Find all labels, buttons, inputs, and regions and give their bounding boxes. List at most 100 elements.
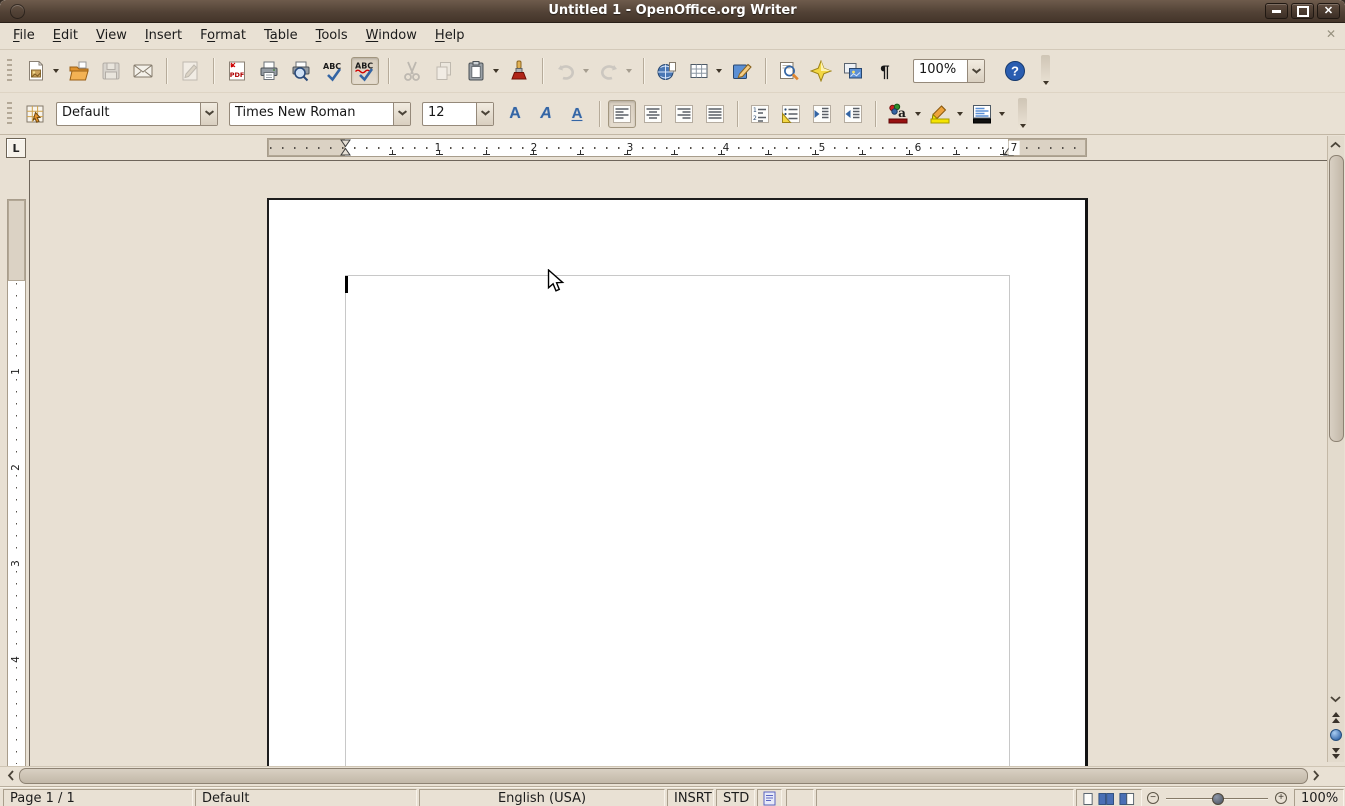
- paste-dropdown[interactable]: [490, 57, 501, 85]
- default-tab-stop-mark: [812, 150, 819, 155]
- vertical-scroll-thumb[interactable]: [1329, 155, 1344, 442]
- background-color-dropdown[interactable]: [996, 100, 1007, 128]
- scroll-down-button[interactable]: [1328, 692, 1343, 707]
- tab-stop-selector[interactable]: L: [6, 138, 26, 158]
- scroll-right-button[interactable]: [1309, 768, 1324, 782]
- autospellcheck-button[interactable]: ABC: [351, 57, 379, 85]
- increase-indent-button[interactable]: [839, 100, 867, 128]
- status-selection-mode[interactable]: STD: [716, 789, 755, 806]
- next-page-button[interactable]: [1328, 745, 1343, 761]
- paste-button[interactable]: [462, 57, 490, 85]
- print-button[interactable]: [255, 57, 283, 85]
- status-page-count[interactable]: Page 1 / 1: [3, 789, 193, 806]
- email-button[interactable]: [129, 57, 157, 85]
- hyperlink-button[interactable]: [653, 57, 681, 85]
- maximize-button[interactable]: [1291, 3, 1314, 19]
- justify-button[interactable]: [701, 100, 729, 128]
- underline-button[interactable]: A: [563, 100, 591, 128]
- single-page-view-button[interactable]: [1083, 792, 1093, 806]
- close-button[interactable]: ✕: [1317, 3, 1340, 19]
- zoom-slider[interactable]: − +: [1144, 789, 1290, 806]
- font-color-button[interactable]: a: [884, 100, 912, 128]
- toolbar-grip[interactable]: [7, 102, 12, 126]
- new-document-button[interactable]: [22, 57, 50, 85]
- document-page[interactable]: [267, 198, 1088, 766]
- highlighting-dropdown[interactable]: [954, 100, 965, 128]
- status-page-style[interactable]: Default: [195, 789, 417, 806]
- italic-button[interactable]: A: [532, 100, 560, 128]
- left-indent-marker[interactable]: [340, 139, 351, 160]
- align-right-button[interactable]: [670, 100, 698, 128]
- menu-format[interactable]: Format: [191, 24, 255, 48]
- format-paintbrush-button[interactable]: [505, 57, 533, 85]
- align-right-icon: [673, 102, 696, 125]
- horizontal-scrollbar[interactable]: [0, 766, 1345, 784]
- previous-page-button[interactable]: [1328, 709, 1343, 725]
- horizontal-ruler[interactable]: 1234567: [268, 139, 1086, 156]
- document-close-icon[interactable]: ✕: [1326, 28, 1336, 40]
- zoom-slider-knob[interactable]: [1212, 793, 1224, 805]
- font-size-dropdown[interactable]: [476, 103, 493, 125]
- minimize-button[interactable]: [1265, 3, 1288, 19]
- justify-icon: [704, 102, 727, 125]
- background-color-button[interactable]: [968, 100, 996, 128]
- book-view-button[interactable]: [1119, 792, 1135, 806]
- menu-file[interactable]: File: [4, 24, 44, 48]
- font-name-dropdown[interactable]: [393, 103, 410, 125]
- svg-text:1: 1: [753, 107, 757, 114]
- horizontal-scroll-thumb[interactable]: [19, 768, 1308, 784]
- menu-help[interactable]: Help: [426, 24, 474, 48]
- font-size-combobox[interactable]: 12: [422, 102, 494, 126]
- open-button[interactable]: [65, 57, 93, 85]
- zoom-dropdown[interactable]: [967, 60, 984, 82]
- vertical-ruler[interactable]: 1234: [8, 200, 25, 766]
- toolbar-grip[interactable]: [7, 59, 12, 83]
- status-document-modified[interactable]: [757, 789, 782, 806]
- navigator-button[interactable]: [807, 57, 835, 85]
- zoom-in-button[interactable]: +: [1275, 792, 1287, 804]
- bold-button[interactable]: A: [501, 100, 529, 128]
- align-left-button[interactable]: [608, 100, 636, 128]
- find-replace-button[interactable]: [775, 57, 803, 85]
- draw-functions-button[interactable]: [728, 57, 756, 85]
- highlighting-button[interactable]: [926, 100, 954, 128]
- spellcheck-button[interactable]: ABC: [319, 57, 347, 85]
- align-center-button[interactable]: [639, 100, 667, 128]
- menu-insert[interactable]: Insert: [136, 24, 191, 48]
- font-name-combobox[interactable]: Times New Roman: [229, 102, 411, 126]
- save-icon: [100, 60, 123, 83]
- paragraph-style-combobox[interactable]: Default: [56, 102, 218, 126]
- toolbar-overflow-button[interactable]: [1018, 98, 1027, 130]
- toolbar-overflow-button[interactable]: [1041, 55, 1050, 87]
- paragraph-style-dropdown[interactable]: [200, 103, 217, 125]
- menu-table[interactable]: Table: [255, 24, 307, 48]
- decrease-indent-button[interactable]: [808, 100, 836, 128]
- menu-tools[interactable]: Tools: [307, 24, 357, 48]
- scroll-left-button[interactable]: [3, 768, 18, 782]
- menu-view[interactable]: View: [87, 24, 136, 48]
- status-insert-mode[interactable]: INSRT: [667, 789, 714, 806]
- status-zoom-value[interactable]: 100%: [1294, 789, 1344, 806]
- zoom-out-button[interactable]: −: [1147, 792, 1159, 804]
- font-color-dropdown[interactable]: [912, 100, 923, 128]
- zoom-combobox[interactable]: 100%: [913, 59, 985, 83]
- bullets-list-button[interactable]: [777, 100, 805, 128]
- styles-panel-button[interactable]: [21, 100, 49, 128]
- multi-page-view-button[interactable]: [1098, 792, 1114, 806]
- new-document-dropdown[interactable]: [50, 57, 61, 85]
- navigation-button[interactable]: [1328, 727, 1343, 743]
- menu-edit[interactable]: Edit: [44, 24, 87, 48]
- ruler-inch-label: 3: [10, 556, 23, 571]
- vertical-scrollbar[interactable]: [1327, 136, 1344, 762]
- gallery-button[interactable]: [839, 57, 867, 85]
- help-button[interactable]: ?: [1001, 57, 1029, 85]
- nonprinting-characters-button[interactable]: ¶: [871, 57, 899, 85]
- export-pdf-button[interactable]: PDF: [223, 57, 251, 85]
- insert-table-dropdown[interactable]: [713, 57, 724, 85]
- insert-table-button[interactable]: [685, 57, 713, 85]
- numbering-list-button[interactable]: 12: [746, 100, 774, 128]
- menu-window[interactable]: Window: [357, 24, 426, 48]
- scroll-up-button[interactable]: [1328, 137, 1343, 152]
- status-language[interactable]: English (USA): [419, 789, 665, 806]
- page-preview-button[interactable]: [287, 57, 315, 85]
